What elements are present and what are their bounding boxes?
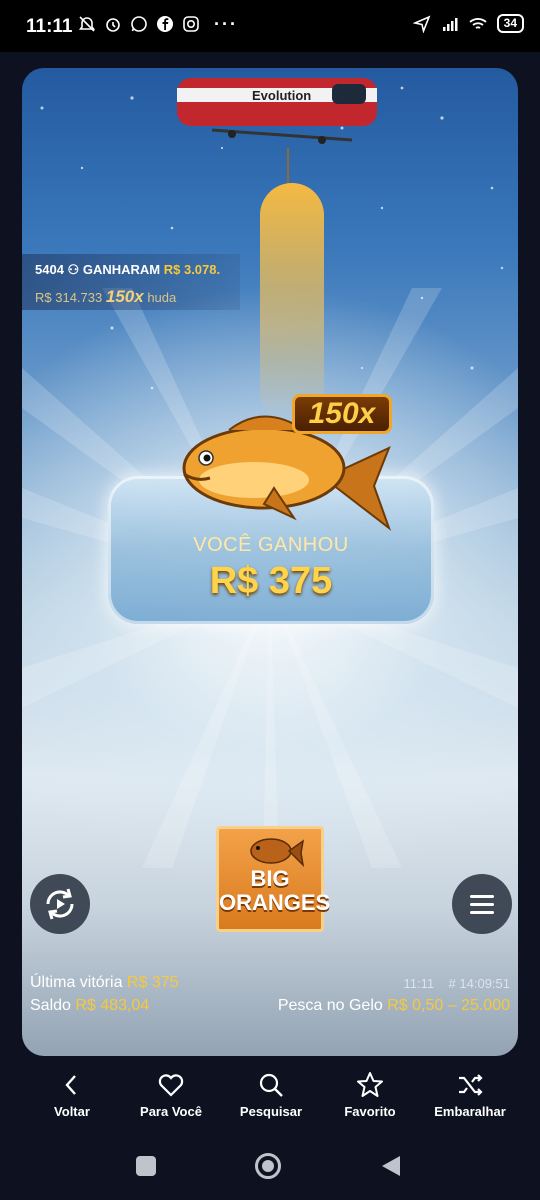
nav-favorito[interactable]: Favorito [320, 1064, 420, 1119]
status-time: 11:11 [26, 16, 73, 37]
home-dot [262, 1160, 274, 1172]
alarm-icon [106, 18, 120, 32]
nav-pesquisar[interactable]: Pesquisar [221, 1064, 321, 1119]
notification-icons [78, 15, 200, 33]
system-navigation [0, 1130, 540, 1200]
game-name: Pesca no Gelo [277, 997, 383, 1014]
back-button[interactable] [380, 1154, 402, 1178]
nav-label: Para Você [140, 1104, 202, 1119]
last-win-label: Última vitória [30, 974, 123, 991]
menu-button[interactable] [452, 874, 512, 934]
game-screen[interactable]: Evolution 5404 ⚇ GANHARAM R$ 3.078. R$ 3… [22, 68, 518, 1056]
ganharam-label: GANHARAM [82, 262, 161, 277]
round-info: 11:11 # 14:09:51 [403, 976, 510, 991]
balance-value: R$ 483,04 [75, 997, 150, 1014]
nav-label: Favorito [344, 1104, 396, 1119]
game-clock: 11:11 [403, 976, 435, 991]
hamburger-icon [470, 895, 494, 914]
more-notifications: ··· [214, 14, 238, 34]
win-amount: R$ 375 [209, 560, 333, 602]
multiplier-badge: 150x [292, 394, 392, 434]
nav-para-voce[interactable]: Para Você [121, 1064, 221, 1119]
status-bar: 11:11 ··· 34 [0, 0, 540, 52]
logo-line-1: BIG [250, 866, 290, 891]
search-icon [259, 1073, 283, 1097]
nav-label: Pesquisar [239, 1104, 303, 1119]
mute-icon [78, 16, 96, 32]
feed-multiplier: 150x [105, 287, 144, 306]
balance: Saldo R$ 483,04 [30, 997, 149, 1015]
instagram-icon [183, 16, 199, 32]
last-win-value: R$ 375 [126, 974, 179, 991]
autoplay-icon [46, 888, 74, 920]
logo-line-2: ORANGES [219, 890, 331, 915]
nav-embaralhar[interactable]: Embaralhar [420, 1064, 520, 1119]
battery-level: 34 [496, 14, 524, 33]
feed-user: huda [147, 290, 177, 305]
bottom-nav: Voltar Para Você Pesquisar Favorito Emba… [0, 1064, 540, 1134]
logo-text: BIG ORANGES [219, 866, 331, 915]
nav-voltar[interactable]: Voltar [22, 1064, 122, 1119]
star-icon [357, 1072, 383, 1097]
game-limits: Pesca no Gelo R$ 0,50 – 25.000 [278, 997, 510, 1015]
autoplay-button[interactable] [30, 874, 90, 934]
recents-button[interactable] [136, 1156, 156, 1176]
wifi-icon [469, 17, 487, 29]
heart-icon [158, 1074, 184, 1097]
winners-feed-entry: R$ 314.733 150x huda [35, 287, 176, 307]
caught-fish-beam [260, 183, 324, 423]
ganharam-amount: R$ 3.078. [163, 262, 221, 277]
player-count: 5404 [35, 262, 64, 277]
winners-feed-summary: 5404 ⚇ GANHARAM R$ 3.078. [35, 262, 220, 278]
helicopter: Evolution [177, 78, 377, 144]
helicopter-brand: Evolution [252, 88, 311, 103]
shuffle-icon [459, 1074, 483, 1096]
user-icon: ⚇ [67, 262, 83, 277]
facebook-icon [157, 16, 173, 32]
last-win: Última vitória R$ 375 [30, 974, 179, 992]
home-button[interactable] [255, 1153, 281, 1179]
whatsapp-icon [131, 16, 147, 32]
nav-label: Voltar [54, 1104, 90, 1119]
win-title: VOCÊ GANHOU [193, 534, 349, 556]
fishing-rope [287, 148, 289, 188]
pool-amount: R$ 314.733 [35, 290, 103, 305]
signal-icon [442, 17, 458, 31]
chevron-left-icon [65, 1075, 76, 1095]
system-icons: 34 [412, 14, 524, 33]
nav-label: Embaralhar [434, 1104, 506, 1119]
bet-range: R$ 0,50 – 25.000 [387, 997, 510, 1014]
location-icon [412, 15, 431, 33]
balance-label: Saldo [30, 997, 71, 1014]
round-id: # 14:09:51 [448, 976, 510, 991]
big-oranges-logo[interactable]: BIG ORANGES [216, 826, 331, 932]
